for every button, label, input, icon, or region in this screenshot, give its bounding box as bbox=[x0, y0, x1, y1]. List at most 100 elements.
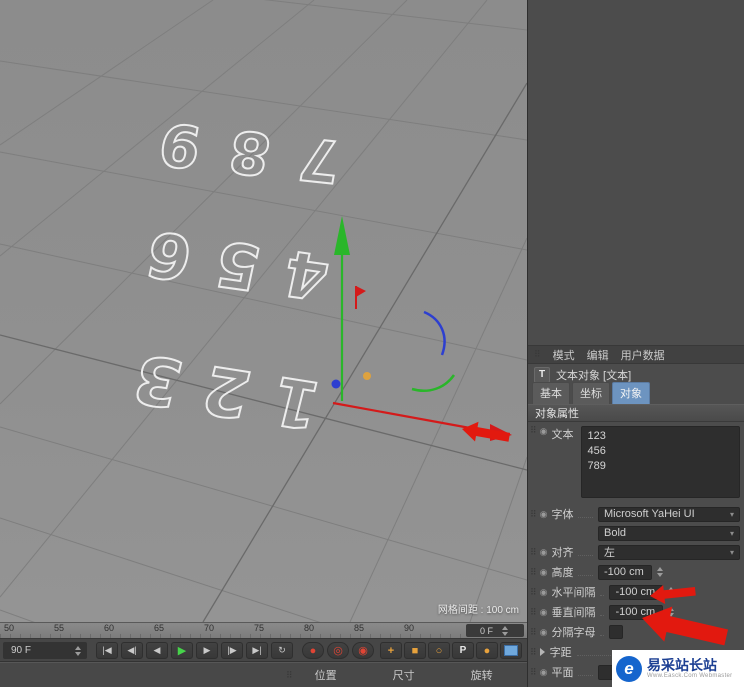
vspace-stepper[interactable] bbox=[666, 605, 676, 620]
keyframe-selection-button[interactable]: ◉ bbox=[352, 642, 374, 659]
viewport-canvas bbox=[0, 0, 527, 622]
drag-handle-icon[interactable]: ⠿ bbox=[530, 627, 537, 637]
grid-spacing-label: 网格间距 : 100 cm bbox=[437, 605, 519, 616]
tick-label: 80 bbox=[304, 623, 315, 633]
tick-label: 90 bbox=[404, 623, 415, 633]
tick-label: 75 bbox=[254, 623, 265, 633]
cycle-button[interactable]: ↻ bbox=[271, 642, 293, 659]
end-frame-value: 90 F bbox=[11, 645, 32, 656]
align-dropdown[interactable]: 左 ▾ bbox=[598, 544, 740, 560]
dotted-leader bbox=[600, 614, 605, 616]
key-rotation-toggle[interactable]: ○ bbox=[428, 642, 450, 659]
kerning-label: 字距 bbox=[549, 647, 572, 659]
drag-handle-icon[interactable]: ⠿ bbox=[530, 547, 537, 557]
dotted-leader bbox=[578, 554, 593, 556]
record-keyframe-button[interactable]: ● bbox=[302, 642, 324, 659]
menu-mode[interactable]: 模式 bbox=[553, 347, 575, 363]
rotation-band-green[interactable] bbox=[411, 374, 456, 392]
object-properties-header[interactable]: 对象属性 bbox=[528, 404, 744, 422]
current-frame-field[interactable]: 0 F bbox=[466, 624, 524, 637]
menu-userdata[interactable]: 用户数据 bbox=[621, 347, 665, 363]
font-style-value: Bold bbox=[604, 527, 627, 539]
align-label: 对齐 bbox=[551, 547, 574, 559]
viewport-3d[interactable]: 789 456 123 网格间距 : 100 cm bbox=[0, 0, 527, 622]
timeline-ticks: 50 55 60 65 70 75 80 85 90 bbox=[0, 623, 527, 633]
tab-object[interactable]: 对象 bbox=[612, 382, 650, 404]
drag-handle-icon[interactable]: ⠿ bbox=[530, 587, 537, 597]
drag-handle-icon[interactable]: ⠿ bbox=[286, 670, 293, 680]
hspace-stepper[interactable] bbox=[666, 585, 676, 600]
previous-key-button[interactable]: ◀| bbox=[121, 642, 143, 659]
animation-dot-icon[interactable]: ◉ bbox=[540, 547, 548, 558]
current-frame-stepper[interactable] bbox=[500, 623, 510, 638]
text-line: 123 bbox=[587, 430, 606, 442]
tick-label: 55 bbox=[54, 623, 65, 633]
height-label: 高度 bbox=[551, 567, 574, 579]
go-to-start-button[interactable]: |◀ bbox=[96, 642, 118, 659]
animation-dot-icon[interactable]: ◉ bbox=[540, 587, 548, 598]
dotted-leader bbox=[578, 674, 593, 676]
coord-rotation-label: 旋转 bbox=[470, 670, 493, 682]
drag-handle-icon[interactable]: ⠿ bbox=[530, 426, 537, 435]
key-pla-toggle[interactable]: ● bbox=[476, 642, 498, 659]
text-line: 456 bbox=[587, 445, 606, 457]
key-parameter-toggle[interactable]: P bbox=[452, 642, 474, 659]
separate-letters-checkbox[interactable] bbox=[609, 625, 624, 639]
grid-lines bbox=[0, 0, 527, 622]
tick-label: 60 bbox=[104, 623, 115, 633]
font-style-dropdown[interactable]: Bold ▾ bbox=[598, 525, 740, 541]
expand-triangle-icon[interactable] bbox=[539, 648, 545, 656]
tick-label: 50 bbox=[4, 623, 15, 633]
tab-basic[interactable]: 基本 bbox=[532, 382, 570, 404]
watermark-subtitle: Www.Easck.Com Webmaster bbox=[647, 672, 733, 679]
next-key-button[interactable]: |▶ bbox=[221, 642, 243, 659]
animation-dot-icon[interactable]: ◉ bbox=[540, 627, 548, 638]
animation-dot-icon[interactable]: ◉ bbox=[540, 667, 548, 678]
animation-dot-icon[interactable]: ◉ bbox=[540, 426, 548, 437]
key-position-toggle[interactable]: + bbox=[380, 642, 402, 659]
animation-dot-icon[interactable]: ◉ bbox=[540, 567, 548, 578]
tick-label: 85 bbox=[354, 623, 365, 633]
rotation-band-blue[interactable] bbox=[423, 310, 446, 356]
watermark-logo-icon: e bbox=[616, 655, 642, 682]
drag-handle-icon[interactable]: ⠿ bbox=[530, 647, 537, 657]
film-icon bbox=[504, 645, 518, 656]
key-scale-toggle[interactable]: ■ bbox=[404, 642, 426, 659]
cinema4d-window: 789 456 123 网格间距 : 100 cm 50 55 60 65 70… bbox=[0, 0, 744, 687]
previous-frame-button[interactable]: ◀ bbox=[146, 642, 168, 659]
drag-handle-icon[interactable]: ⠿ bbox=[530, 509, 537, 519]
vspace-label: 垂直间隔 bbox=[551, 607, 596, 619]
timeline-ruler[interactable]: 50 55 60 65 70 75 80 85 90 0 F bbox=[0, 622, 527, 638]
drag-handle-icon[interactable]: ⠿ bbox=[530, 567, 537, 577]
drag-handle-icon[interactable]: ⠿ bbox=[534, 350, 541, 359]
font-family-dropdown[interactable]: Microsoft YaHei UI ▾ bbox=[598, 506, 740, 522]
play-button[interactable]: ▶ bbox=[171, 642, 193, 659]
end-frame-stepper[interactable] bbox=[73, 643, 83, 658]
x-axis-arrowhead-icon[interactable] bbox=[490, 424, 512, 441]
chevron-down-icon: ▾ bbox=[729, 547, 734, 557]
hspace-input[interactable]: -100 cm bbox=[609, 584, 664, 600]
animation-dot-icon[interactable]: ◉ bbox=[540, 607, 548, 618]
menu-edit[interactable]: 编辑 bbox=[587, 347, 609, 363]
next-frame-button[interactable]: ▶ bbox=[196, 642, 218, 659]
font-label: 字体 bbox=[551, 509, 574, 521]
animation-dot-icon[interactable]: ◉ bbox=[540, 509, 548, 520]
drag-handle-icon[interactable]: ⠿ bbox=[530, 667, 537, 677]
height-stepper[interactable] bbox=[655, 565, 665, 580]
height-input[interactable]: -100 cm bbox=[598, 564, 652, 580]
go-to-end-button[interactable]: ▶| bbox=[246, 642, 268, 659]
motion-clip-button[interactable] bbox=[500, 642, 522, 659]
autokeying-button[interactable]: ◎ bbox=[327, 642, 349, 659]
transport-bar: 90 F |◀ ◀| ◀ ▶ ▶ |▶ ▶| ↻ ● ◎ ◉ + ■ ○ P ● bbox=[0, 638, 527, 662]
vspace-property-row: ⠿ ◉ 垂直间隔 -100 cm bbox=[528, 602, 744, 622]
tab-coordinates[interactable]: 坐标 bbox=[572, 382, 610, 404]
end-frame-field[interactable]: 90 F bbox=[3, 642, 87, 659]
vspace-input[interactable]: -100 cm bbox=[609, 604, 664, 620]
drag-handle-icon[interactable]: ⠿ bbox=[530, 607, 537, 617]
align-value: 左 bbox=[604, 547, 615, 559]
coordinate-manager: ⠿ 位置 尺寸 旋转 bbox=[0, 662, 527, 687]
text-input[interactable]: 123 456 789 bbox=[581, 426, 740, 498]
text-label: 文本 bbox=[551, 429, 574, 441]
tick-label: 65 bbox=[154, 623, 165, 633]
font-style-row: Bold ▾ bbox=[528, 524, 744, 542]
